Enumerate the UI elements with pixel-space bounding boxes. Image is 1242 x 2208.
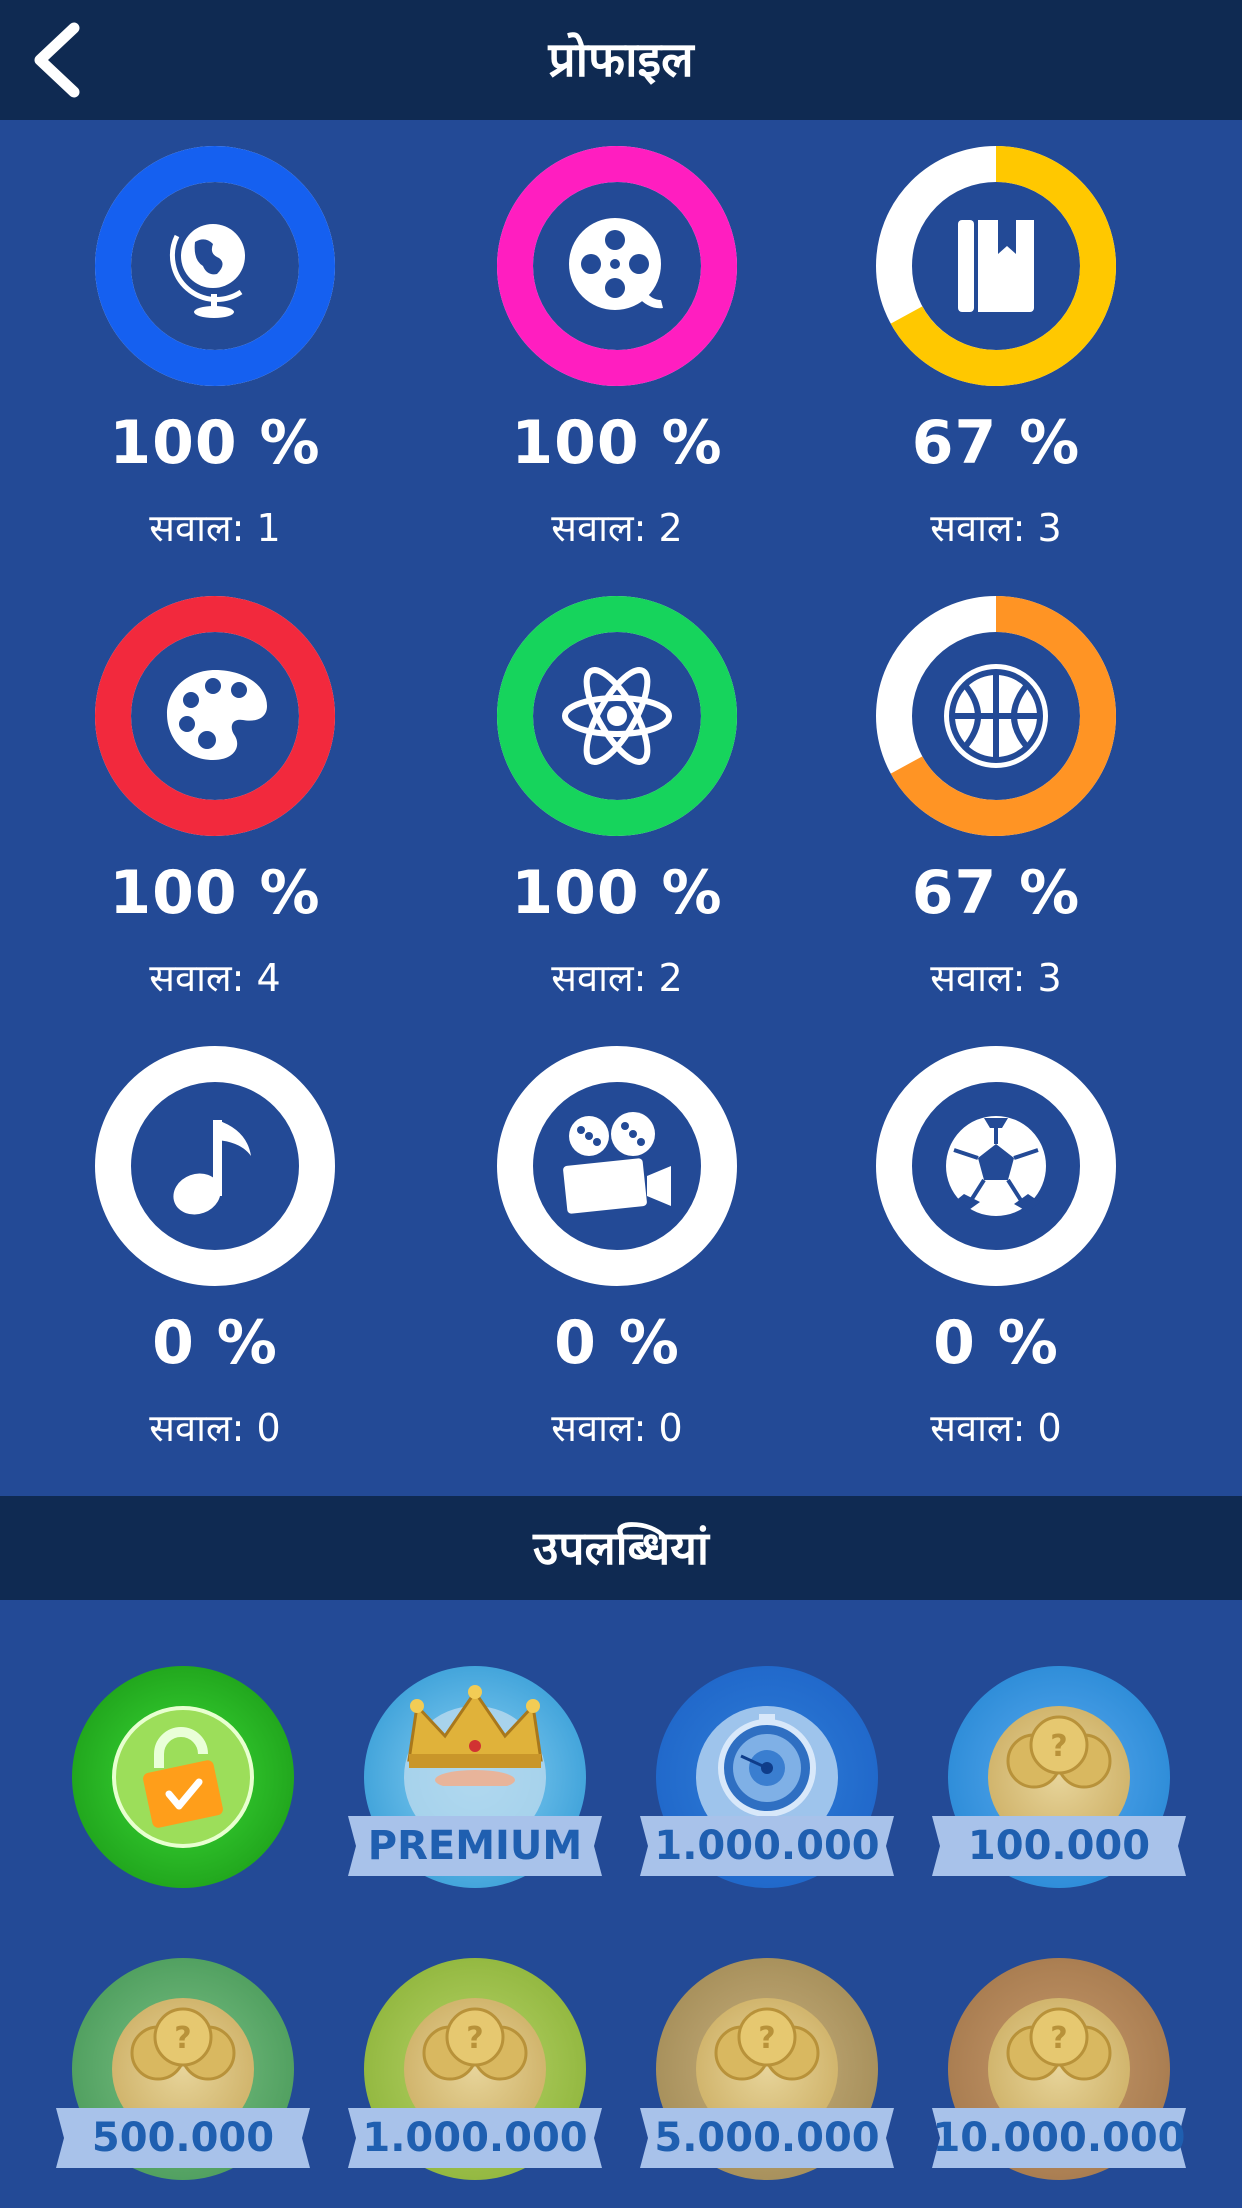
achievement-unlock[interactable] [48, 1666, 318, 1896]
achievement-label: PREMIUM [367, 1823, 583, 1869]
achievement-label: 500.000 [91, 2115, 275, 2161]
achievement-label: 1.000.000 [654, 1823, 880, 1869]
basketball-icon [944, 664, 1048, 768]
questions-label: सवाल: 2 [551, 956, 683, 1000]
svg-text:?: ? [1050, 2021, 1067, 2056]
atom-icon [562, 667, 672, 765]
questions-label: सवाल: 0 [930, 1406, 1062, 1450]
top-bar: प्रोफाइल [0, 0, 1242, 120]
achievement-coins-100000[interactable]: ? 100.000 [924, 1666, 1194, 1896]
achievement-label: 10.000.000 [932, 2115, 1186, 2161]
movie-camera-icon [563, 1112, 671, 1214]
achievement-time-1000000[interactable]: 1.000.000 [632, 1666, 902, 1896]
questions-label: सवाल: 3 [930, 506, 1062, 550]
film-reel-icon [569, 218, 663, 310]
percent-label: 0 % [152, 1308, 278, 1378]
percent-label: 67 % [911, 858, 1081, 928]
soccer-ball-icon [936, 1106, 1046, 1216]
coins-icon: ? [422, 2007, 528, 2081]
percent-label: 100 % [109, 408, 321, 478]
stopwatch-icon [718, 1714, 816, 1817]
percent-label: 0 % [554, 1308, 680, 1378]
palette-icon [167, 670, 267, 760]
questions-label: सवाल: 3 [930, 956, 1062, 1000]
questions-label: सवाल: 4 [149, 956, 281, 1000]
percent-label: 0 % [933, 1308, 1059, 1378]
unlocked-padlock-icon [143, 1727, 223, 1828]
page-title: प्रोफाइल [548, 32, 694, 88]
category-card-literature[interactable]: 67 % सवाल: 3 [836, 146, 1156, 566]
book-icon [958, 220, 1034, 312]
achievement-coins-1000000[interactable]: ? 1.000.000 [340, 1958, 610, 2188]
percent-label: 100 % [511, 858, 723, 928]
svg-text:?: ? [1050, 1729, 1067, 1764]
crown-icon [407, 1685, 543, 1786]
questions-label: सवाल: 0 [149, 1406, 281, 1450]
achievement-coins-500000[interactable]: ? 500.000 [48, 1958, 318, 2188]
svg-text:?: ? [466, 2021, 483, 2056]
coins-icon: ? [1006, 1715, 1112, 1789]
category-card-art[interactable]: 100 % सवाल: 4 [55, 596, 375, 1016]
svg-text:?: ? [758, 2021, 775, 2056]
category-card-science[interactable]: 100 % सवाल: 2 [457, 596, 777, 1016]
category-card-music[interactable]: 0 % सवाल: 0 [55, 1046, 375, 1466]
svg-text:?: ? [174, 2021, 191, 2056]
achievement-label: 5.000.000 [654, 2115, 880, 2161]
music-note-icon [173, 1120, 251, 1215]
category-card-football[interactable]: 0 % सवाल: 0 [836, 1046, 1156, 1466]
achievement-coins-5000000[interactable]: ? 5.000.000 [632, 1958, 902, 2188]
percent-label: 100 % [511, 408, 723, 478]
coins-icon: ? [1006, 2007, 1112, 2081]
questions-label: सवाल: 1 [149, 506, 281, 550]
percent-label: 67 % [911, 408, 1081, 478]
category-card-film[interactable]: 100 % सवाल: 2 [457, 146, 777, 566]
achievement-coins-10000000[interactable]: ? 10.000.000 [924, 1958, 1194, 2188]
achievements-header: उपलब्धियां [0, 1496, 1242, 1600]
percent-label: 100 % [109, 858, 321, 928]
achievement-premium[interactable]: PREMIUM [340, 1666, 610, 1896]
questions-label: सवाल: 2 [551, 506, 683, 550]
category-card-geography[interactable]: 100 % सवाल: 1 [55, 146, 375, 566]
achievements-title: उपलब्धियां [533, 1521, 709, 1575]
coins-icon: ? [130, 2007, 236, 2081]
achievement-label: 1.000.000 [362, 2115, 588, 2161]
category-card-sports[interactable]: 67 % सवाल: 3 [836, 596, 1156, 1016]
globe-icon [169, 224, 245, 318]
questions-label: सवाल: 0 [551, 1406, 683, 1450]
category-card-cinema[interactable]: 0 % सवाल: 0 [457, 1046, 777, 1466]
achievement-label: 100.000 [967, 1823, 1151, 1869]
coins-icon: ? [714, 2007, 820, 2081]
